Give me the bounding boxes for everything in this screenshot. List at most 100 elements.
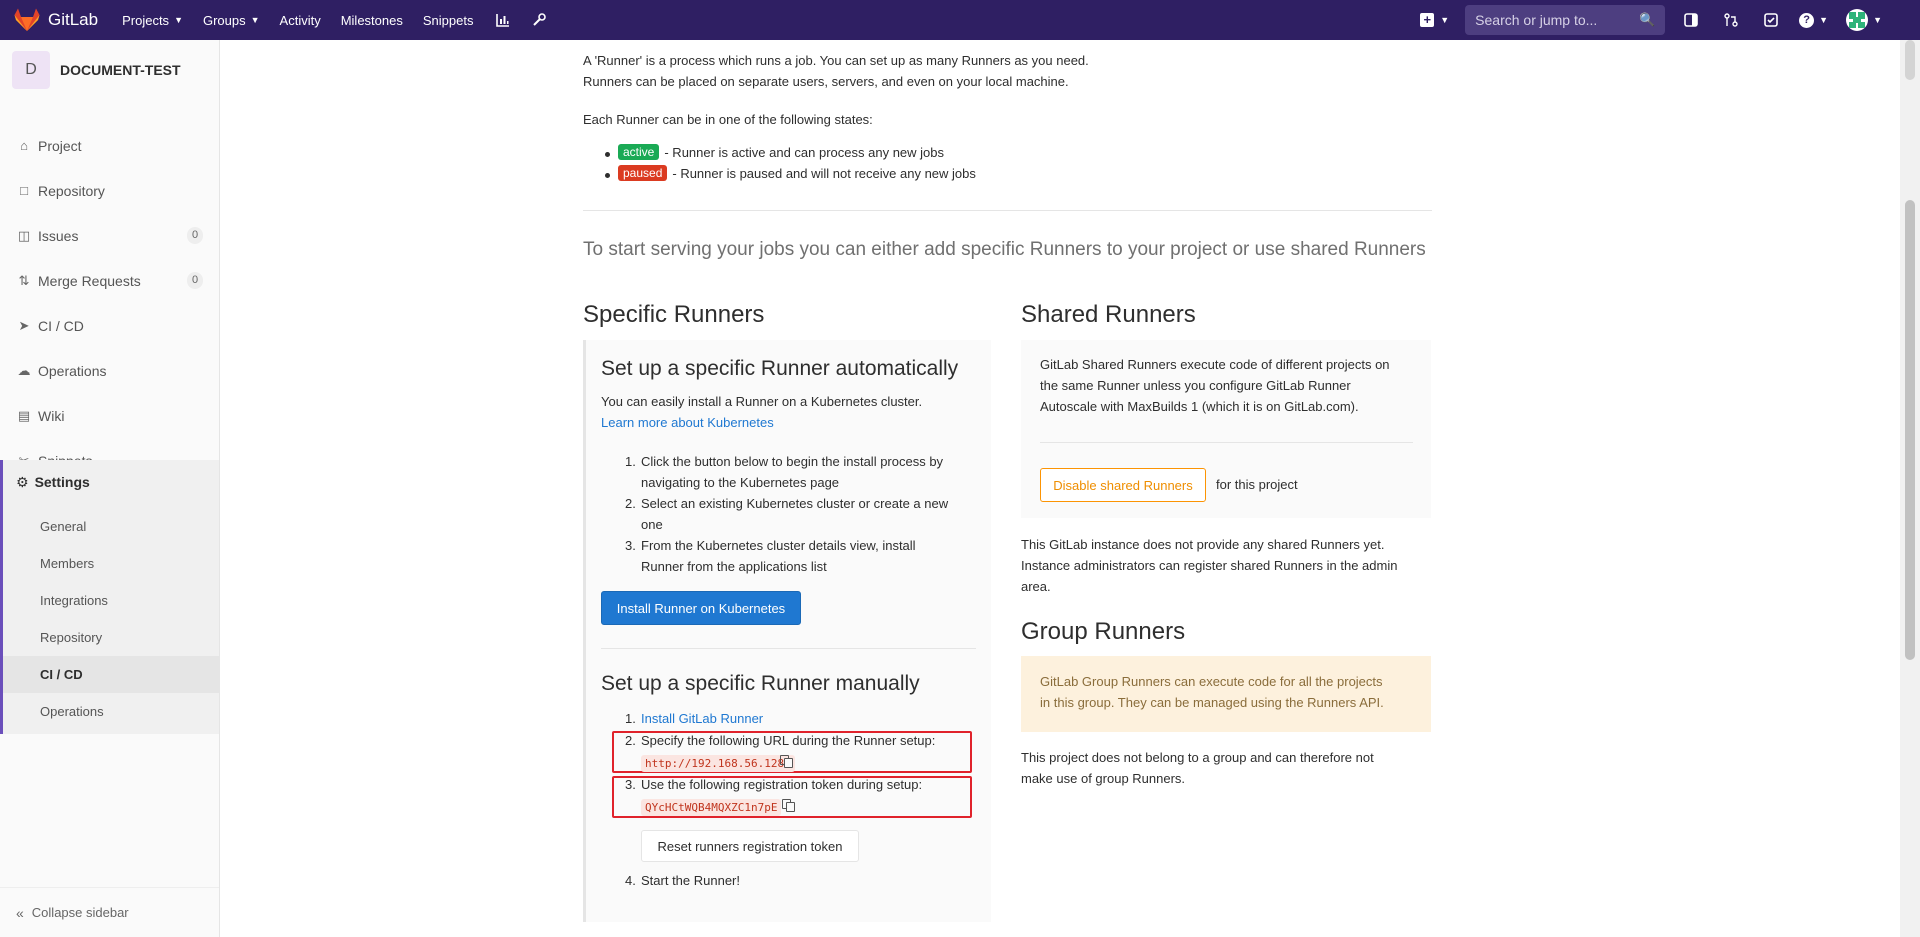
step-number: 4. <box>625 873 636 888</box>
divider <box>1040 442 1413 443</box>
gitlab-brand[interactable]: GitLab <box>14 0 98 40</box>
shared-runners-panel: GitLab Shared Runners execute code of di… <box>1021 340 1431 518</box>
sidebar-item-label: Wiki <box>38 407 65 424</box>
desc-line: area. <box>1021 579 1051 594</box>
status-badge-active: active <box>618 144 660 160</box>
cloud-gear-icon: ☁ <box>17 362 31 378</box>
nav-milestones-label: Milestones <box>340 12 403 28</box>
merge-requests-count-badge: 0 <box>187 272 203 289</box>
sidebar-item-merge-requests[interactable]: ⇅ Merge Requests 0 <box>0 258 219 303</box>
user-menu[interactable]: ▼ <box>1846 9 1882 31</box>
rocket-icon: ➤ <box>18 317 30 333</box>
plus-icon: + <box>1420 13 1435 27</box>
sidebar-toggle-icon[interactable] <box>1679 8 1703 32</box>
auto-setup-text: You can easily install a Runner on a Kub… <box>601 394 923 409</box>
step-line: Use the following registration token dur… <box>641 777 923 792</box>
nav-projects[interactable]: Projects ▼ <box>122 13 183 28</box>
copy-token-icon[interactable] <box>782 799 796 813</box>
state-paused-row: paused - Runner is paused and will not r… <box>605 165 976 181</box>
sidebar-item-settings[interactable]: ⚙ Settings <box>3 460 90 504</box>
auto-step-3: 3. From the Kubernetes cluster details v… <box>625 535 916 577</box>
manual-step-1: 1. Install GitLab Runner <box>625 708 763 729</box>
nav-right: + ▼ 🔍 ? ▼ ▼ <box>1420 0 1920 40</box>
no-shared-runners-text: This GitLab instance does not provide an… <box>1021 534 1397 597</box>
intro-line: Runners can be placed on separate users,… <box>583 74 1069 89</box>
bullet <box>605 173 610 178</box>
registration-token-code: QYcHCtWQB4MQXZC1n7pE <box>641 799 782 816</box>
runner-url-code: http://192.168.56.128/ <box>641 755 795 772</box>
gear-icon: ⚙ <box>16 473 29 490</box>
brand-name: GitLab <box>48 10 99 29</box>
install-gitlab-runner-link[interactable]: Install GitLab Runner <box>641 711 763 726</box>
disable-shared-runners-button[interactable]: Disable shared Runners <box>1040 468 1206 502</box>
nav-activity-label: Activity <box>279 12 321 28</box>
no-group-text: This project does not belong to a group … <box>1021 747 1374 789</box>
step-number: 3. <box>625 538 636 553</box>
sidebar-item-operations[interactable]: ☁ Operations <box>0 348 219 393</box>
chevron-down-icon: ▼ <box>1440 15 1450 25</box>
runners-lead-text: To start serving your jobs you can eithe… <box>583 239 1426 260</box>
project-context[interactable]: D DOCUMENT-TEST <box>0 40 219 100</box>
desc-line: make use of group Runners. <box>1021 771 1186 786</box>
chevron-down-icon: ▼ <box>250 15 260 25</box>
runner-intro: A 'Runner' is a process which runs a job… <box>583 50 1089 92</box>
nav-activity[interactable]: Activity <box>280 13 321 28</box>
new-dropdown[interactable]: + ▼ <box>1420 13 1449 27</box>
search-input[interactable] <box>1475 12 1636 28</box>
gitlab-logo-icon <box>14 8 40 31</box>
learn-kubernetes-link[interactable]: Learn more about Kubernetes <box>601 412 774 433</box>
sidebar-item-ci-cd[interactable]: ➤ CI / CD <box>0 303 219 348</box>
merge-request-icon[interactable] <box>1719 8 1743 32</box>
sidebar-item-issues[interactable]: ◫ Issues 0 <box>0 213 219 258</box>
sidebar-item-label: Settings <box>34 474 90 490</box>
wrench-icon[interactable] <box>529 10 549 30</box>
collapse-sidebar-button[interactable]: « Collapse sidebar <box>0 887 219 937</box>
desc-line: This project does not belong to a group … <box>1021 750 1374 765</box>
page-scrollbar[interactable] <box>1900 40 1920 937</box>
sidebar-item-repository[interactable]: □ Repository <box>0 168 219 213</box>
step-number: 2. <box>625 733 636 748</box>
settings-sub-operations[interactable]: Operations <box>3 693 219 730</box>
nav-links: Projects ▼ Groups ▼ Activity Milestones Sn… <box>122 0 565 40</box>
copy-url-icon[interactable] <box>780 755 794 769</box>
help-icon: ? <box>1799 12 1815 28</box>
chart-icon[interactable] <box>493 10 513 30</box>
double-chevron-left-icon: « <box>16 904 24 921</box>
intro-line: A 'Runner' is a process which runs a job… <box>583 53 1089 68</box>
step-number: 3. <box>625 777 636 792</box>
settings-sub-repository[interactable]: Repository <box>3 619 219 656</box>
nav-groups[interactable]: Groups ▼ <box>203 13 260 28</box>
settings-sub-general[interactable]: General <box>3 508 219 545</box>
scrollbar-top <box>1905 40 1915 80</box>
desc-line: This GitLab instance does not provide an… <box>1021 537 1385 552</box>
desc-line: GitLab Shared Runners execute code of di… <box>1040 357 1390 372</box>
state-paused-text: - Runner is paused and will not receive … <box>672 165 976 181</box>
sidebar-item-project[interactable]: ⌂ Project <box>0 123 219 168</box>
nav-snippets[interactable]: Snippets <box>423 13 474 28</box>
sidebar-item-label: Issues <box>38 227 79 244</box>
sidebar-item-wiki[interactable]: ▤ Wiki <box>0 393 219 438</box>
settings-sub-members[interactable]: Members <box>3 545 219 582</box>
settings-sub-integrations[interactable]: Integrations <box>3 582 219 619</box>
merge-request-icon: ⇅ <box>18 272 30 288</box>
reset-token-button[interactable]: Reset runners registration token <box>641 830 859 862</box>
nav-milestones[interactable]: Milestones <box>341 13 403 28</box>
scrollbar-thumb[interactable] <box>1905 200 1915 660</box>
step-line: navigating to the Kubernetes page <box>641 475 840 490</box>
chevron-down-icon: ▼ <box>174 15 183 25</box>
search-icon: 🔍 <box>1638 12 1656 27</box>
settings-sub-ci-cd[interactable]: CI / CD <box>3 656 219 693</box>
main-content: A 'Runner' is a process which runs a job… <box>220 40 1900 937</box>
desc-line: GitLab Group Runners can execute code fo… <box>1040 674 1383 689</box>
install-runner-kubernetes-button[interactable]: Install Runner on Kubernetes <box>601 591 801 625</box>
manual-step-4: 4. Start the Runner! <box>625 870 740 891</box>
shared-runners-description: GitLab Shared Runners execute code of di… <box>1040 354 1390 417</box>
divider <box>583 210 1432 211</box>
group-runners-panel: GitLab Group Runners can execute code fo… <box>1021 656 1431 732</box>
wiki-icon: ▤ <box>17 407 31 423</box>
help-dropdown[interactable]: ? ▼ <box>1799 12 1828 28</box>
auto-step-1: 1. Click the button below to begin the i… <box>625 451 943 493</box>
avatar <box>1846 9 1869 31</box>
search-box[interactable]: 🔍 <box>1465 5 1666 35</box>
todo-icon[interactable] <box>1759 8 1783 32</box>
